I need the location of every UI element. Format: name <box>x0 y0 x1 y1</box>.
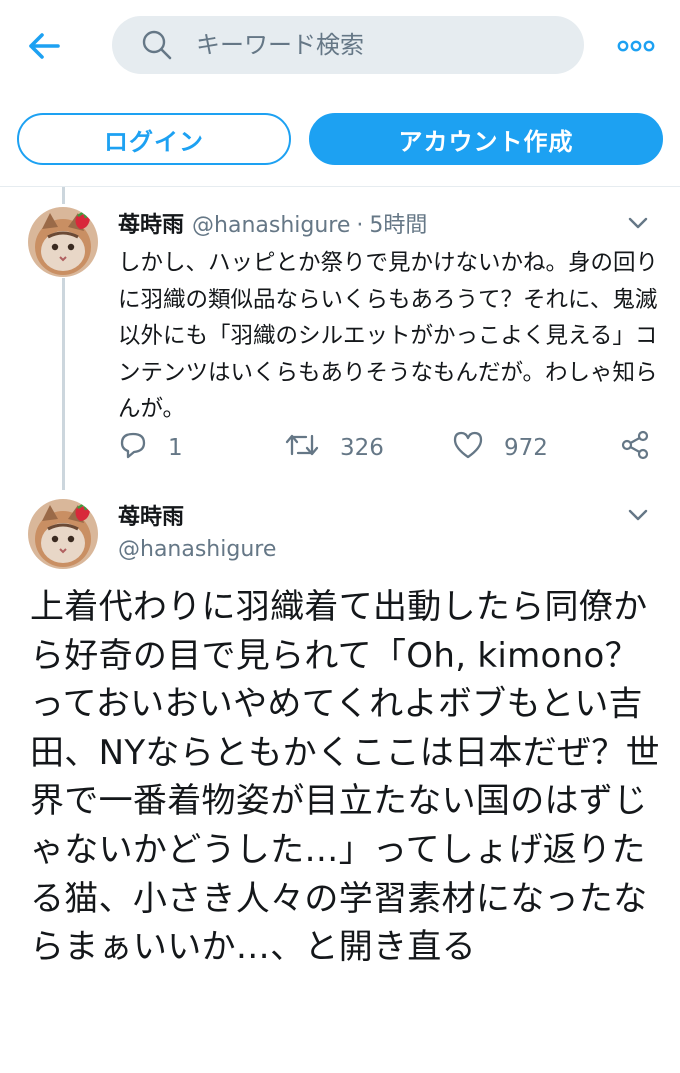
signup-button[interactable]: アカウント作成 <box>309 113 663 165</box>
like-icon <box>452 430 484 466</box>
chevron-down-icon[interactable] <box>624 209 652 237</box>
display-name[interactable]: 苺時雨 <box>118 213 184 238</box>
search-box[interactable] <box>112 16 584 74</box>
retweet-icon <box>284 430 320 466</box>
tweet-header: 苺時雨 @hanashigure · 5時間 <box>118 207 427 239</box>
main-tweet: 苺時雨 @hanashigure 上着代わりに羽織着て出動したら同僚から好奇の目… <box>0 487 680 1073</box>
separator-dot: · <box>356 213 364 238</box>
display-name[interactable]: 苺時雨 <box>118 499 184 531</box>
reply-count: 1 <box>168 435 183 461</box>
more-dots-icon[interactable] <box>612 26 660 66</box>
tweet-text: 上着代わりに羽織着て出動したら同僚から好奇の目で見られて「Oh, kimono？… <box>30 587 660 968</box>
retweet-button[interactable]: 326 <box>284 431 384 465</box>
user-handle[interactable]: @hanashigure <box>118 537 276 562</box>
avatar[interactable] <box>28 499 98 569</box>
like-button[interactable]: 972 <box>452 431 548 465</box>
retweet-count: 326 <box>340 435 384 461</box>
login-button[interactable]: ログイン <box>17 113 291 165</box>
back-arrow-icon[interactable] <box>22 24 66 68</box>
chevron-down-icon[interactable] <box>624 501 652 529</box>
share-button[interactable] <box>620 430 650 466</box>
share-icon <box>620 430 650 466</box>
reply-icon <box>118 430 148 466</box>
avatar[interactable] <box>28 207 98 277</box>
tweet-time[interactable]: 5時間 <box>369 213 427 238</box>
tweet-actions: 1 326 972 <box>118 430 658 466</box>
reply-button[interactable]: 1 <box>118 431 183 465</box>
search-input[interactable] <box>196 31 526 59</box>
like-count: 972 <box>504 435 548 461</box>
tweet-text: しかし、ハッピとか祭りで見かけないかね。身の回りに羽織の類似品ならいくらもあろう… <box>118 250 659 422</box>
reply-tweet[interactable]: 苺時雨 @hanashigure · 5時間 しかし、ハッピとか祭りで見かけないかね。… <box>0 187 680 487</box>
user-handle[interactable]: @hanashigure <box>192 213 350 238</box>
top-bar <box>0 0 680 96</box>
search-icon <box>140 28 174 62</box>
